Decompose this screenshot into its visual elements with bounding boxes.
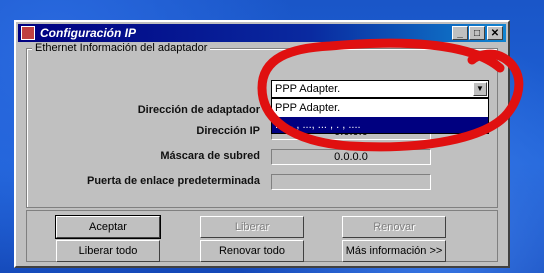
adapter-dropdown-list: PPP Adapter. ...... , ..., ... , . , ...…	[271, 98, 489, 134]
adapter-select-value: PPP Adapter.	[275, 83, 341, 95]
release-button[interactable]: Liberar	[200, 216, 304, 238]
release-all-button[interactable]: Liberar todo	[56, 240, 160, 262]
renew-button[interactable]: Renovar	[342, 216, 446, 238]
more-info-button[interactable]: Más información >>	[342, 240, 446, 262]
ip-config-window: Configuración IP _ □ ✕ Ethernet Informac…	[14, 20, 510, 268]
title-bar: Configuración IP _ □ ✕	[18, 24, 506, 42]
subnet-value: 0.0.0.0	[271, 149, 431, 165]
subnet-label: Máscara de subred	[160, 150, 260, 162]
minimize-button[interactable]: _	[452, 26, 468, 40]
gateway-value	[271, 174, 431, 190]
network-config-icon	[21, 26, 35, 40]
window-title: Configuración IP	[40, 26, 136, 40]
accept-button[interactable]: Aceptar	[55, 215, 161, 239]
adapter-option[interactable]: PPP Adapter.	[272, 100, 488, 116]
chevron-down-icon[interactable]: ▼	[473, 82, 487, 96]
adapter-address-label: Dirección de adaptador	[137, 104, 260, 116]
gateway-label: Puerta de enlace predeterminada	[86, 175, 260, 187]
adapter-option-selected[interactable]: ...... , ..., ... , . , ....	[272, 117, 488, 133]
renew-all-button[interactable]: Renovar todo	[200, 240, 304, 262]
ip-address-label: Dirección IP	[196, 125, 260, 137]
close-button[interactable]: ✕	[487, 26, 503, 40]
group-legend: Ethernet Información del adaptador	[32, 42, 211, 54]
maximize-button[interactable]: □	[469, 26, 485, 40]
adapter-select[interactable]: PPP Adapter. ▼	[271, 80, 489, 98]
